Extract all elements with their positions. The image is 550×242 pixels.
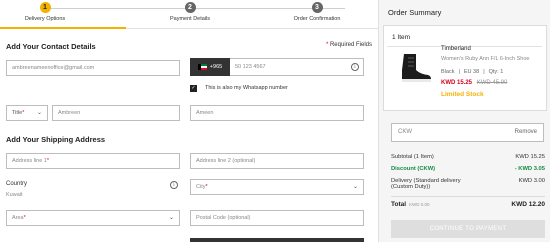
- total-sub: KWD 0.00: [409, 202, 430, 207]
- chevron-down-icon: ⌄: [168, 215, 174, 221]
- coupon-code: CKW: [398, 129, 412, 135]
- title-select[interactable]: Title* ⌄: [6, 105, 48, 121]
- country-code: +965: [209, 64, 223, 70]
- divider: [391, 196, 545, 197]
- step-payment: 2 Payment Details: [145, 2, 235, 22]
- step-confirmation: 3 Order Confirmation: [272, 2, 362, 22]
- active-step-indicator: [0, 27, 126, 29]
- discount-row: Discount (CKW) - KWD 3.05: [391, 166, 545, 172]
- phone-field[interactable]: +965 50 123 4567 i: [190, 58, 364, 76]
- step-label: Payment Details: [169, 16, 211, 22]
- total-row: Total KWD 0.00 KWD 12.20: [391, 201, 545, 208]
- address-line-1-placeholder: Address line 1: [12, 158, 47, 164]
- address-line-1-field[interactable]: Address line 1*: [6, 153, 180, 169]
- chevron-down-icon: ⌄: [352, 184, 358, 190]
- contact-section-title: Add Your Contact Details: [6, 42, 96, 51]
- summary-header: Order Summary: [383, 4, 547, 20]
- country-label: Country: [6, 181, 28, 187]
- product-thumbnail[interactable]: [392, 46, 436, 90]
- stock-status: Limited Stock: [441, 91, 484, 98]
- step-number: 2: [184, 2, 196, 13]
- info-icon[interactable]: i: [351, 63, 359, 71]
- shipping-section-title: Add Your Shipping Address: [6, 135, 106, 144]
- country-code-selector[interactable]: +965: [190, 58, 230, 76]
- checkout-stepper: 1 Delivery Options 2 Payment Details 3 O…: [0, 0, 378, 29]
- info-icon[interactable]: i: [170, 181, 178, 189]
- delivery-label-line2: (Custom Duty)): [391, 184, 431, 190]
- phone-input[interactable]: 50 123 4567 i: [230, 58, 364, 76]
- subtotal-row: Subtotal (1 Item) KWD 15.25: [391, 154, 545, 160]
- first-name-field[interactable]: Ambreen: [52, 105, 180, 121]
- product-name[interactable]: Women's Ruby Ann F/L 6-Inch Shoe: [441, 56, 530, 62]
- step-number: 1: [39, 2, 51, 13]
- submit-button-partial[interactable]: [190, 238, 364, 242]
- whatsapp-checkbox-label: This is also my Whatsapp number: [205, 85, 288, 91]
- delivery-row: Delivery (Standard delivery (Custom Duty…: [391, 178, 545, 190]
- continue-to-payment-button[interactable]: CONTINUE TO PAYMENT: [391, 220, 545, 238]
- remove-coupon-button[interactable]: Remove: [515, 124, 537, 141]
- area-select[interactable]: Area* ⌄: [6, 210, 180, 226]
- subtotal-label: Subtotal (1 Item): [391, 154, 434, 160]
- chevron-down-icon: ⌄: [36, 110, 42, 116]
- product-price: KWD 15.25 KWD 45.90: [441, 80, 507, 86]
- last-name-field[interactable]: Ameen: [190, 105, 364, 121]
- delivery-value: KWD 3.00: [518, 178, 545, 184]
- step-label: Order Confirmation: [293, 16, 341, 22]
- step-number: 3: [311, 2, 323, 13]
- meta-separator: |: [483, 69, 485, 75]
- item-count: 1 Item: [392, 34, 411, 41]
- kuwait-flag-icon: [197, 64, 207, 70]
- order-summary-panel: Order Summary 1 Item Timberland Women's …: [378, 0, 550, 242]
- required-fields-note: * Required Fields: [325, 42, 372, 48]
- meta-separator: |: [458, 69, 460, 75]
- coupon-field[interactable]: CKW Remove: [391, 123, 544, 142]
- subtotal-value: KWD 15.25: [515, 154, 545, 160]
- discount-label: Discount (CKW): [391, 166, 436, 172]
- summary-title: Order Summary: [388, 8, 442, 17]
- phone-value: 50 123 4567: [235, 64, 266, 70]
- product-qty: Qty: 1: [488, 69, 504, 75]
- total-label: Total: [391, 201, 407, 208]
- product-size: EU 38: [463, 69, 480, 75]
- total-value: KWD 12.20: [511, 201, 545, 208]
- postal-code-field[interactable]: Postal Code (optional): [190, 210, 364, 226]
- title-select-label: Title: [12, 110, 23, 116]
- country-value: Kuwait: [6, 192, 23, 198]
- address-line-2-field[interactable]: Address line 2 (optional): [190, 153, 364, 169]
- product-brand: Timberland: [441, 46, 471, 52]
- city-select[interactable]: City* ⌄: [190, 179, 364, 195]
- product-color: Black: [441, 69, 455, 75]
- whatsapp-checkbox[interactable]: ✓: [190, 85, 197, 92]
- discount-value: - KWD 3.05: [514, 166, 545, 172]
- step-delivery: 1 Delivery Options: [0, 2, 90, 22]
- original-price: KWD 45.90: [476, 80, 508, 86]
- email-field[interactable]: ambreenameenoffice@gmail.com: [6, 60, 180, 76]
- boot-image: [402, 54, 431, 82]
- step-label: Delivery Options: [24, 16, 66, 22]
- product-meta: Black | EU 38 | Qty: 1: [441, 69, 503, 75]
- sale-price: KWD 15.25: [441, 80, 473, 86]
- required-fields-text: Required Fields: [329, 42, 372, 48]
- area-placeholder: Area: [12, 215, 24, 221]
